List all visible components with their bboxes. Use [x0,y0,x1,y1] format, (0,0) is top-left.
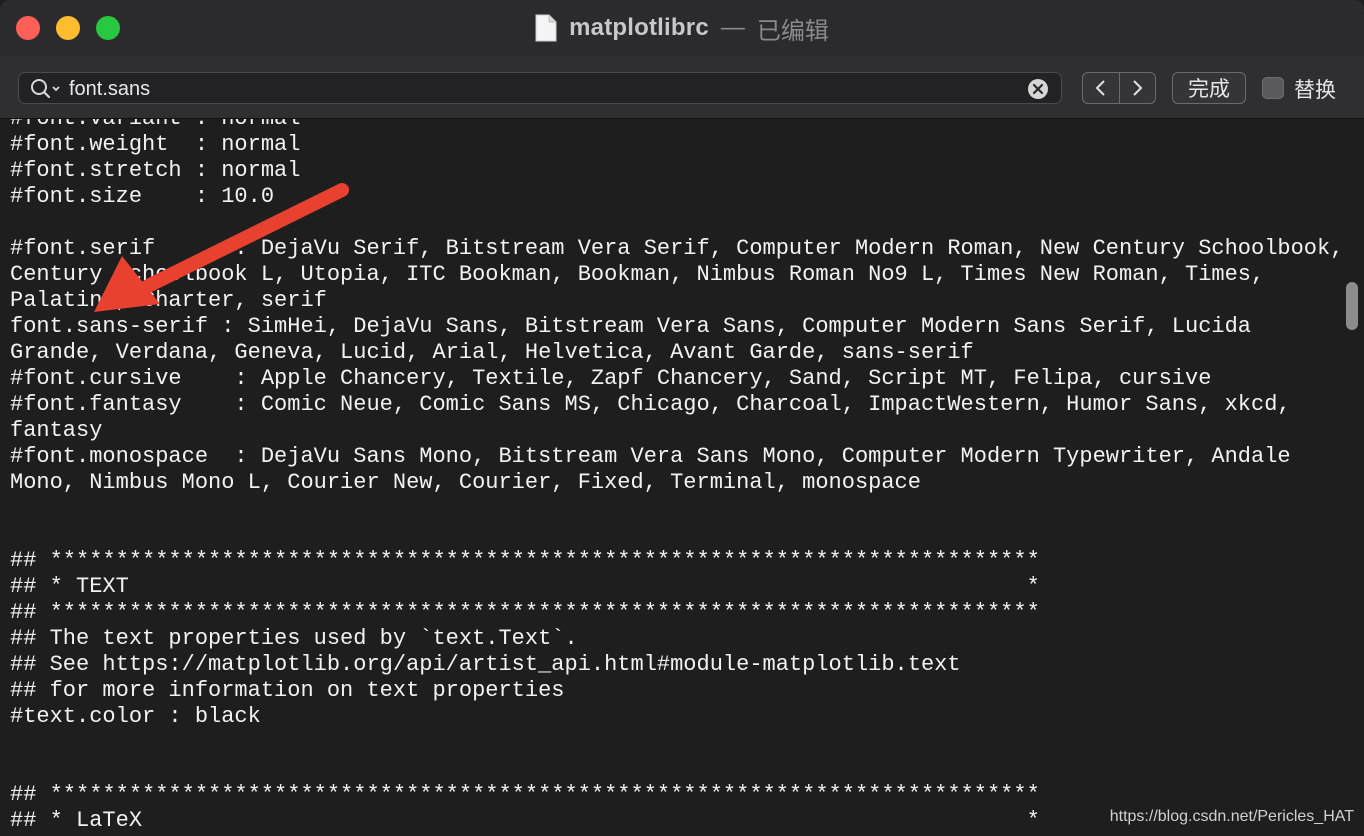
watermark: https://blog.csdn.net/Pericles_HAT [1109,808,1354,825]
code-line[interactable]: #font.stretch : normal [10,158,300,184]
replace-label[interactable]: 替换 [1294,74,1336,104]
code-line[interactable]: #font.cursive : Apple Chancery, Textile,… [10,366,1211,392]
vertical-scrollbar-thumb[interactable] [1346,282,1358,330]
clear-search-icon[interactable] [1027,78,1049,100]
code-line[interactable]: #text.color : black [10,704,261,730]
code-line[interactable]: #font.fantasy : Comic Neue, Comic Sans M… [10,392,1291,418]
code-line[interactable]: ## *************************************… [10,782,1040,808]
code-line[interactable]: Mono, Nimbus Mono L, Courier New, Courie… [10,470,921,496]
chevron-right-icon [1133,80,1143,96]
code-line[interactable]: fantasy [10,418,102,444]
code-line[interactable]: ## * LaTeX * [10,808,1040,834]
title-bar[interactable]: matplotlibrc — 已编辑 [0,0,1364,56]
code-line[interactable]: #font.weight : normal [10,132,300,158]
code-line[interactable]: #font.size : 10.0 [10,184,274,210]
code-line[interactable]: #font.variant : normal [10,119,300,132]
document-icon [535,14,557,42]
code-line[interactable]: ## *************************************… [10,548,1040,574]
find-bar: 完成 [0,56,1364,119]
find-navigation [1082,72,1156,104]
document-status: 已编辑 [756,17,829,45]
window-title-group: matplotlibrc — 已编辑 [0,0,1364,56]
code-line[interactable]: ## for more information on text properti… [10,678,565,704]
code-line[interactable]: ## See https://matplotlib.org/api/artist… [10,652,961,678]
code-line[interactable]: font.sans-serif : SimHei, DejaVu Sans, B… [10,314,1251,340]
search-input[interactable] [69,76,1019,102]
title-separator: — [720,14,745,41]
code-line[interactable]: #font.monospace : DejaVu Sans Mono, Bits… [10,444,1291,470]
code-line[interactable]: Palatino, Charter, serif [10,288,327,314]
replace-checkbox[interactable] [1262,77,1284,99]
code-line[interactable]: ## *************************************… [10,600,1040,626]
next-match-button[interactable] [1118,73,1156,103]
editor-window: matplotlibrc — 已编辑 font.sans 完成 替换 #font… [0,0,1364,836]
code-line[interactable]: ## The text properties used by `text.Tex… [10,626,578,652]
search-icon[interactable] [29,77,63,101]
search-field[interactable] [18,72,1062,104]
done-button[interactable]: 完成 [1172,72,1246,104]
text-editor[interactable]: #font.variant : normal#font.weight : nor… [0,119,1364,836]
code-line[interactable]: Century Schoolbook L, Utopia, ITC Bookma… [10,262,1264,288]
code-line[interactable]: Grande, Verdana, Geneva, Lucid, Arial, H… [10,340,974,366]
chevron-left-icon [1095,80,1105,96]
previous-match-button[interactable] [1083,73,1119,103]
code-line[interactable]: ## * TEXT * [10,574,1040,600]
code-line[interactable]: #font.serif : DejaVu Serif, Bitstream Ve… [10,236,1343,262]
window-title: matplotlibrc [569,14,709,41]
